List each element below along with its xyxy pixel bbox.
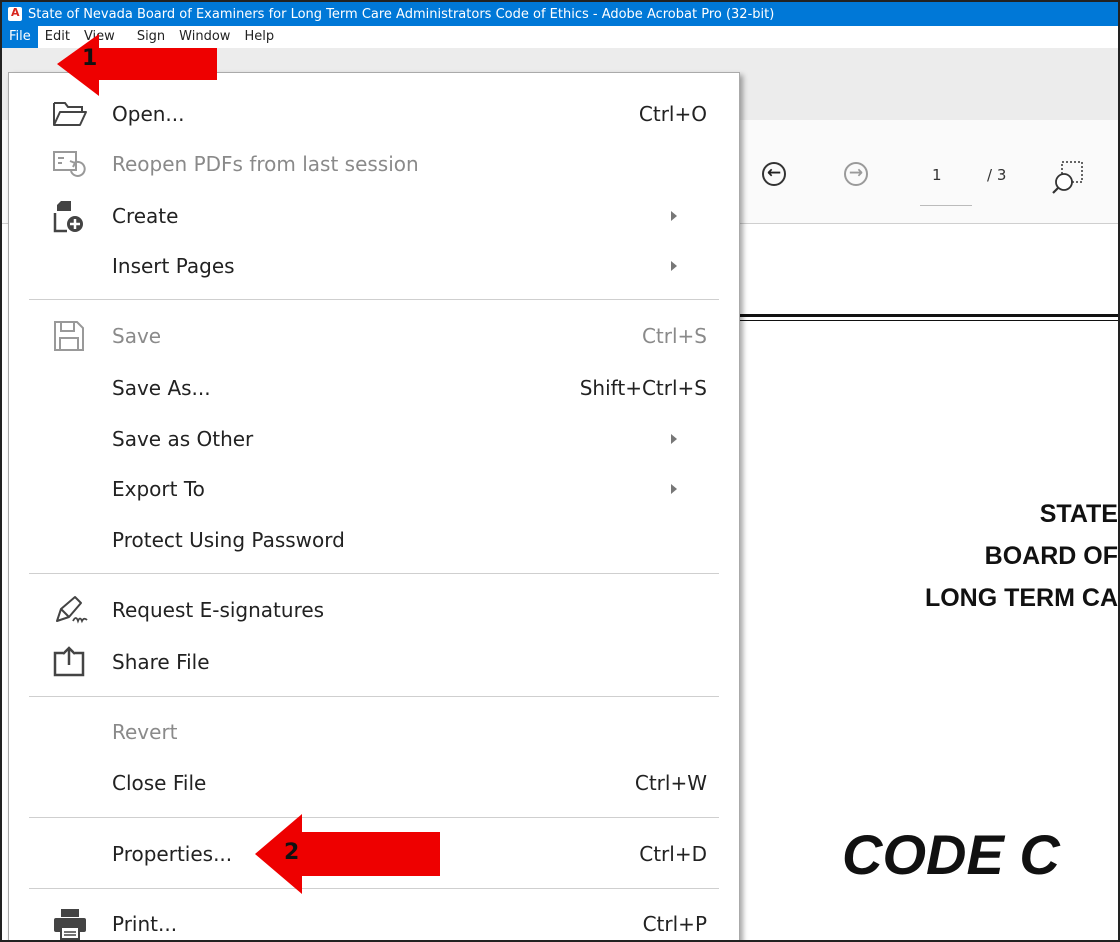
- window-title: State of Nevada Board of Examiners for L…: [28, 6, 775, 22]
- folder-open-icon: [53, 102, 87, 126]
- menu-save-shortcut: Ctrl+S: [641, 324, 707, 348]
- menu-close-file-label: Close File: [112, 771, 207, 795]
- menu-open-label: Open...: [112, 102, 185, 126]
- doc-heading-line1: STATE: [1039, 500, 1118, 528]
- signature-pen-icon: [56, 596, 88, 624]
- menu-file[interactable]: File: [2, 26, 38, 48]
- reopen-pdfs-icon: [53, 151, 86, 177]
- menu-print[interactable]: Print... Ctrl+P: [9, 901, 739, 940]
- menu-separator: [29, 299, 719, 300]
- annotation-label-1: 1: [82, 46, 98, 71]
- menu-reopen-label: Reopen PDFs from last session: [112, 152, 419, 176]
- menu-close-file-shortcut: Ctrl+W: [634, 771, 707, 795]
- menu-save-label: Save: [112, 324, 162, 348]
- menu-share-file[interactable]: Share File: [9, 639, 739, 685]
- title-bar: State of Nevada Board of Examiners for L…: [2, 2, 1118, 26]
- printer-icon: [54, 909, 86, 940]
- page-total: / 3: [987, 166, 1007, 184]
- submenu-arrow-icon: [671, 434, 677, 444]
- menu-save-as[interactable]: Save As... Shift+Ctrl+S: [9, 365, 739, 411]
- menu-export-to[interactable]: Export To: [9, 466, 739, 512]
- menu-separator: [29, 573, 719, 574]
- menu-insert-pages[interactable]: Insert Pages: [9, 243, 739, 289]
- menu-request-esign-label: Request E-signatures: [112, 598, 325, 622]
- menu-save-as-other-label: Save as Other: [112, 427, 254, 451]
- submenu-arrow-icon: [671, 261, 677, 271]
- submenu-arrow-icon: [671, 211, 677, 221]
- marquee-zoom-icon[interactable]: [1052, 160, 1086, 194]
- save-icon: [54, 321, 84, 351]
- menu-print-shortcut: Ctrl+P: [642, 912, 707, 936]
- menu-revert-label: Revert: [112, 720, 178, 744]
- menu-properties-shortcut: Ctrl+D: [639, 842, 707, 866]
- menu-save[interactable]: Save Ctrl+S: [9, 313, 739, 359]
- previous-page-icon[interactable]: ←: [762, 162, 786, 186]
- menu-request-esignatures[interactable]: Request E-signatures: [9, 587, 739, 633]
- annotation-arrow-1: [57, 34, 217, 96]
- menu-print-label: Print...: [112, 912, 178, 936]
- menu-insert-pages-label: Insert Pages: [112, 254, 235, 278]
- page-number-input[interactable]: 1: [932, 166, 942, 184]
- menu-revert[interactable]: Revert: [9, 709, 739, 755]
- next-page-icon[interactable]: →: [844, 162, 868, 186]
- document-rule: [738, 314, 1118, 317]
- annotation-arrow-2: [255, 814, 440, 894]
- menu-protect-label: Protect Using Password: [112, 528, 345, 552]
- file-menu: Open... Ctrl+O Reopen PDFs from last ses…: [8, 72, 740, 940]
- doc-heading-line3: LONG TERM CA: [924, 584, 1118, 612]
- menu-create-label: Create: [112, 204, 179, 228]
- menu-properties-label: Properties...: [112, 842, 233, 866]
- menu-save-as-other[interactable]: Save as Other: [9, 416, 739, 462]
- menu-reopen-pdfs[interactable]: Reopen PDFs from last session: [9, 141, 739, 187]
- menu-share-file-label: Share File: [112, 650, 210, 674]
- menu-open-shortcut: Ctrl+O: [638, 102, 707, 126]
- menu-separator: [29, 696, 719, 697]
- menu-protect-password[interactable]: Protect Using Password: [9, 517, 739, 563]
- menu-help[interactable]: Help: [237, 26, 281, 48]
- doc-title-code: CODE C: [842, 823, 1060, 886]
- annotation-label-2: 2: [284, 840, 300, 865]
- menu-export-to-label: Export To: [112, 477, 205, 501]
- menu-close-file[interactable]: Close File Ctrl+W: [9, 760, 739, 806]
- create-pdf-icon: [53, 201, 83, 233]
- menu-save-as-shortcut: Shift+Ctrl+S: [579, 376, 707, 400]
- submenu-arrow-icon: [671, 484, 677, 494]
- acrobat-window: State of Nevada Board of Examiners for L…: [0, 0, 1120, 942]
- doc-heading-line2: BOARD OF: [984, 542, 1118, 570]
- page-number-underline: [920, 205, 972, 206]
- document-rule-thin: [738, 320, 1118, 321]
- menu-save-as-label: Save As...: [112, 376, 211, 400]
- acrobat-logo-icon: [8, 6, 22, 21]
- share-icon: [53, 646, 85, 677]
- menu-create[interactable]: Create: [9, 193, 739, 239]
